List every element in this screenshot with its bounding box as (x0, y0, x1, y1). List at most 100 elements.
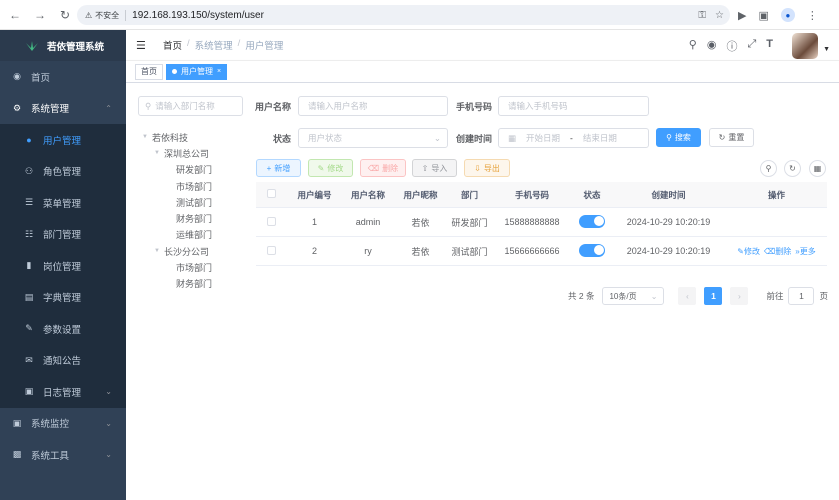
refresh-icon: ↻ (789, 164, 796, 173)
tag-home[interactable]: 首页 (135, 63, 163, 80)
kebab-menu-icon[interactable]: ⋮ (807, 9, 818, 22)
forward-icon[interactable]: → (29, 4, 51, 26)
goto-page-input[interactable]: 1 (788, 287, 815, 305)
sidebar-item-post[interactable]: ▮ 岗位管理 (0, 250, 126, 282)
tree-node[interactable]: ▼ 若依科技 (142, 129, 212, 145)
gear-icon: ⚙ (12, 102, 22, 113)
pagination-total: 共 2 条 (568, 291, 595, 301)
sidebar-item-menu[interactable]: ☰ 菜单管理 (0, 187, 126, 219)
reset-button[interactable]: ↻ 重置 (709, 128, 754, 147)
upload-icon: ⇧ (421, 163, 429, 173)
dept-search-input[interactable]: ⚲ 请输入部门名称 (138, 96, 243, 116)
extensions-icon[interactable]: ▣ (758, 9, 768, 22)
edit-button[interactable]: ✎ 修改 (308, 159, 353, 177)
sidebar-item-system[interactable]: ⚙ 系统管理 ⌃ (0, 93, 126, 125)
user-id-cell: 1 (311, 217, 317, 227)
tree-node[interactable]: 运维部门 (142, 227, 212, 243)
date-range-picker[interactable]: ▦ 开始日期 - 结束日期 (498, 128, 649, 148)
status-select[interactable]: 用户状态 ⌄ (298, 128, 448, 148)
tree-node[interactable]: 市场部门 (142, 259, 212, 275)
sidebar-item-home[interactable]: ◉ 首页 (0, 61, 126, 93)
tree-node[interactable]: 财务部门 (142, 276, 212, 292)
tree-icon: ☷ (24, 228, 34, 239)
sidebar-item-notice[interactable]: ✉ 通知公告 (0, 345, 126, 377)
columns-button[interactable]: ▦ (809, 160, 826, 177)
key-icon[interactable]: ⚿ (698, 10, 706, 21)
tree-node[interactable]: 财务部门 (142, 210, 212, 226)
message-icon: ✉ (25, 354, 33, 365)
avatar[interactable] (792, 33, 818, 59)
sidebar-item-log[interactable]: ▣ 日志管理 ⌄ (0, 376, 126, 408)
sidebar-item-dept[interactable]: ☷ 部门管理 (0, 219, 126, 251)
back-icon[interactable]: ← (4, 4, 26, 26)
address-bar[interactable]: ⚠ 不安全 192.168.193.150/system/user ⚿ ☆ (77, 5, 730, 25)
chevron-down-icon: ⌄ (105, 387, 112, 397)
download-icon: ⇩ (474, 163, 481, 173)
edit-icon: ✎ (25, 323, 33, 334)
sidebar-item-tool[interactable]: ▩ 系统工具 ⌄ (0, 439, 126, 471)
toggle-search-button[interactable]: ⚲ (760, 160, 777, 177)
username-cell: admin (355, 217, 381, 227)
sidebar-item-config[interactable]: ✎ 参数设置 (0, 313, 126, 345)
breadcrumb-item[interactable]: 首页 (163, 38, 182, 52)
tree-node[interactable]: 测试部门 (142, 194, 212, 210)
tree-node[interactable]: ▼ 深圳总公司 (142, 145, 212, 161)
post-icon: ▮ (26, 260, 32, 271)
row-delete-link[interactable]: ⌫删除 (764, 246, 791, 257)
row-more-link[interactable]: »更多 (795, 246, 815, 257)
fullscreen-icon[interactable]: ⤢ (747, 38, 756, 54)
page-number[interactable]: 1 (704, 287, 723, 305)
github-icon[interactable]: ◉ (707, 38, 717, 54)
close-icon[interactable]: × (217, 68, 221, 75)
caret-down-icon[interactable]: ▼ (154, 150, 164, 156)
profile-icon[interactable]: ● (780, 8, 795, 22)
tree-table-icon: ☰ (24, 197, 34, 208)
caret-down-icon[interactable]: ▼ (154, 248, 164, 254)
prev-page-button[interactable]: ‹ (678, 287, 697, 305)
export-button[interactable]: ⇩ 导出 (464, 159, 510, 177)
phone-input[interactable]: 请输入手机号码 (498, 96, 649, 116)
chevron-down-icon: ⌄ (105, 450, 112, 460)
hamburger-icon[interactable]: ☰ (136, 39, 152, 52)
add-button[interactable]: + 新增 (256, 159, 301, 177)
dept-tree: ▼ 若依科技 ▼ 深圳总公司 研发部门 市场部门 测试部门 财务部门 运维部门 ▼ 长… (142, 129, 212, 292)
row-checkbox[interactable] (266, 216, 276, 226)
star-icon[interactable]: ☆ (715, 10, 724, 21)
select-all-checkbox[interactable] (266, 189, 276, 198)
row-checkbox[interactable] (266, 245, 276, 255)
page-size-select[interactable]: 10条/页 ⌄ (602, 287, 665, 305)
nickname-cell: 若依 (411, 246, 430, 257)
row-edit-link[interactable]: ✎修改 (737, 246, 760, 257)
username-input[interactable]: 请输入用户名称 (298, 96, 448, 116)
search-icon[interactable]: ⚲ (689, 38, 697, 54)
created-label: 创建时间 (456, 134, 493, 144)
tree-node[interactable]: 市场部门 (142, 178, 212, 194)
plus-icon: + (266, 163, 272, 173)
search-button[interactable]: ⚲ 搜索 (656, 128, 701, 147)
caret-down-icon[interactable]: ▼ (823, 46, 830, 53)
status-switch[interactable] (579, 243, 605, 257)
logo[interactable]: 若依管理系统 (0, 30, 126, 61)
reload-icon[interactable]: ↻ (54, 4, 76, 26)
security-indicator[interactable]: ⚠ 不安全 (85, 9, 127, 21)
tree-node[interactable]: ▼ 长沙分公司 (142, 243, 212, 259)
tree-node[interactable]: 研发部门 (142, 162, 212, 178)
user-icon: ● (26, 134, 32, 145)
sidebar-item-role[interactable]: ⚇ 角色管理 (0, 156, 126, 188)
delete-button[interactable]: ⌫ 删除 (360, 159, 406, 177)
import-button[interactable]: ⇧ 导入 (412, 159, 457, 177)
monitor-icon: ▣ (12, 417, 22, 428)
tag-user-management[interactable]: 用户管理 × (166, 63, 228, 80)
sidebar-item-user[interactable]: ● 用户管理 (0, 124, 126, 156)
caret-down-icon[interactable]: ▼ (142, 134, 152, 140)
font-size-icon[interactable]: T (766, 38, 773, 54)
chevron-up-icon: ⌃ (105, 103, 112, 113)
next-page-button[interactable]: › (730, 287, 749, 305)
sidebar-item-monitor[interactable]: ▣ 系统监控 ⌄ (0, 408, 126, 440)
refresh-button[interactable]: ↻ (784, 160, 801, 177)
status-switch[interactable] (579, 214, 605, 228)
question-icon[interactable]: ⓘ (726, 38, 737, 54)
phone-label: 手机号码 (456, 102, 493, 112)
play-icon[interactable]: ▶ (738, 9, 746, 22)
sidebar-item-dict[interactable]: ▤ 字典管理 (0, 282, 126, 314)
